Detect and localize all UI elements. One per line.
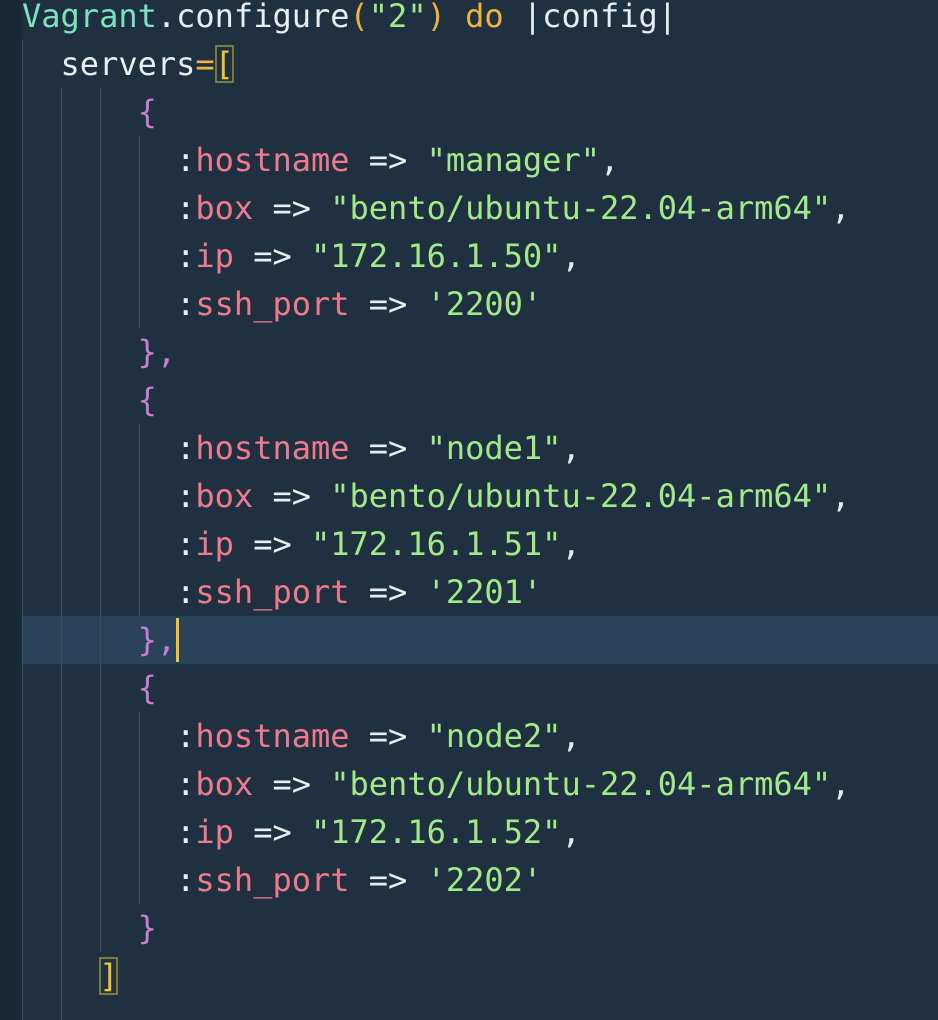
ip-symbol: ip <box>195 813 234 851</box>
hostname-symbol: hostname <box>195 717 350 755</box>
do-keyword: do <box>465 0 504 35</box>
close-paren: ) <box>426 0 446 35</box>
code-line[interactable]: { <box>22 376 157 424</box>
hash-arrow: => <box>368 429 408 467</box>
code-line-current[interactable]: }, <box>22 616 180 664</box>
colon: : <box>176 861 196 899</box>
ssh-port-value: '2201' <box>426 573 543 611</box>
colon: : <box>176 717 196 755</box>
code-line[interactable]: Vagrant.configure("2") do |config| <box>22 0 677 40</box>
hash-arrow: => <box>272 189 311 227</box>
ip-value: "172.16.1.50" <box>310 237 562 275</box>
matched-bracket-open: [ <box>214 45 234 83</box>
comma: , <box>561 717 581 755</box>
hash-open-brace: { <box>137 381 157 419</box>
hostname-value: "node2" <box>426 717 562 755</box>
code-editor[interactable]: Vagrant.configure("2") do |config| serve… <box>0 0 938 1020</box>
colon: : <box>176 285 196 323</box>
box-value: "bento/ubuntu-22.04-arm64" <box>330 765 832 803</box>
ssh-port-symbol: ssh_port <box>195 861 350 899</box>
comma: , <box>561 813 581 851</box>
box-symbol: box <box>195 477 254 515</box>
code-line[interactable]: :hostname => "manager", <box>22 136 619 184</box>
servers-variable: servers <box>60 45 196 83</box>
comma: , <box>561 237 581 275</box>
hash-open-brace: { <box>137 669 157 707</box>
hash-arrow: => <box>253 237 292 275</box>
hash-arrow: => <box>368 861 408 899</box>
code-line[interactable]: } <box>22 904 157 952</box>
configure-method: configure <box>176 0 350 35</box>
editor-gutter <box>0 0 22 1020</box>
box-symbol: box <box>195 189 254 227</box>
assign-operator: = <box>195 45 215 83</box>
colon: : <box>176 573 196 611</box>
code-line[interactable]: :ssh_port => '2200' <box>22 280 542 328</box>
hash-open-brace: { <box>137 93 157 131</box>
ssh-port-value: '2202' <box>426 861 543 899</box>
hostname-symbol: hostname <box>195 429 350 467</box>
code-line[interactable]: :ssh_port => '2202' <box>22 856 542 904</box>
code-line[interactable]: }, <box>22 328 177 376</box>
box-symbol: box <box>195 765 254 803</box>
ip-value: "172.16.1.51" <box>310 525 562 563</box>
dot-token: . <box>156 0 177 35</box>
ssh-port-symbol: ssh_port <box>195 573 350 611</box>
comma: , <box>831 477 851 515</box>
hash-close-brace: }, <box>137 621 177 659</box>
code-line[interactable]: :ip => "172.16.1.50", <box>22 232 581 280</box>
code-line[interactable]: servers=[ <box>22 40 234 88</box>
hostname-value: "manager" <box>426 141 600 179</box>
hash-arrow: => <box>272 765 311 803</box>
comma: , <box>561 525 581 563</box>
hash-close-brace: } <box>137 909 157 947</box>
text-cursor <box>176 618 180 662</box>
hash-arrow: => <box>368 285 408 323</box>
open-paren: ( <box>349 0 369 35</box>
code-line[interactable]: :box => "bento/ubuntu-22.04-arm64", <box>22 184 850 232</box>
hash-arrow: => <box>368 141 408 179</box>
block-param: |config| <box>522 0 678 35</box>
code-line[interactable]: ] <box>22 952 119 1000</box>
code-line[interactable]: :hostname => "node1", <box>22 424 581 472</box>
colon: : <box>176 429 196 467</box>
comma: , <box>831 189 851 227</box>
code-line[interactable]: :ip => "172.16.1.52", <box>22 808 581 856</box>
colon: : <box>176 141 196 179</box>
colon: : <box>176 765 196 803</box>
hostname-value: "node1" <box>426 429 562 467</box>
hostname-symbol: hostname <box>195 141 350 179</box>
colon: : <box>176 813 196 851</box>
code-line[interactable]: :hostname => "node2", <box>22 712 581 760</box>
code-line[interactable]: { <box>22 664 157 712</box>
vagrant-constant: Vagrant <box>22 0 157 35</box>
colon: : <box>176 189 196 227</box>
hash-arrow: => <box>368 717 408 755</box>
ip-symbol: ip <box>195 237 234 275</box>
code-line[interactable]: :box => "bento/ubuntu-22.04-arm64", <box>22 760 850 808</box>
hash-close-brace: }, <box>137 333 177 371</box>
comma: , <box>561 429 581 467</box>
box-value: "bento/ubuntu-22.04-arm64" <box>330 477 832 515</box>
hash-arrow: => <box>253 525 292 563</box>
code-line[interactable]: :ssh_port => '2201' <box>22 568 542 616</box>
comma: , <box>599 141 620 179</box>
hash-arrow: => <box>272 477 311 515</box>
comma: , <box>831 765 851 803</box>
hash-arrow: => <box>253 813 292 851</box>
code-line[interactable]: { <box>22 88 157 136</box>
matched-bracket-close: ] <box>99 957 119 995</box>
hash-arrow: => <box>368 573 408 611</box>
colon: : <box>176 477 196 515</box>
box-value: "bento/ubuntu-22.04-arm64" <box>330 189 832 227</box>
colon: : <box>176 237 196 275</box>
version-string: "2" <box>368 0 427 35</box>
ssh-port-value: '2200' <box>426 285 543 323</box>
ip-symbol: ip <box>195 525 234 563</box>
ip-value: "172.16.1.52" <box>310 813 562 851</box>
code-line[interactable]: :ip => "172.16.1.51", <box>22 520 581 568</box>
ssh-port-symbol: ssh_port <box>195 285 350 323</box>
colon: : <box>176 525 196 563</box>
code-line[interactable]: :box => "bento/ubuntu-22.04-arm64", <box>22 472 850 520</box>
